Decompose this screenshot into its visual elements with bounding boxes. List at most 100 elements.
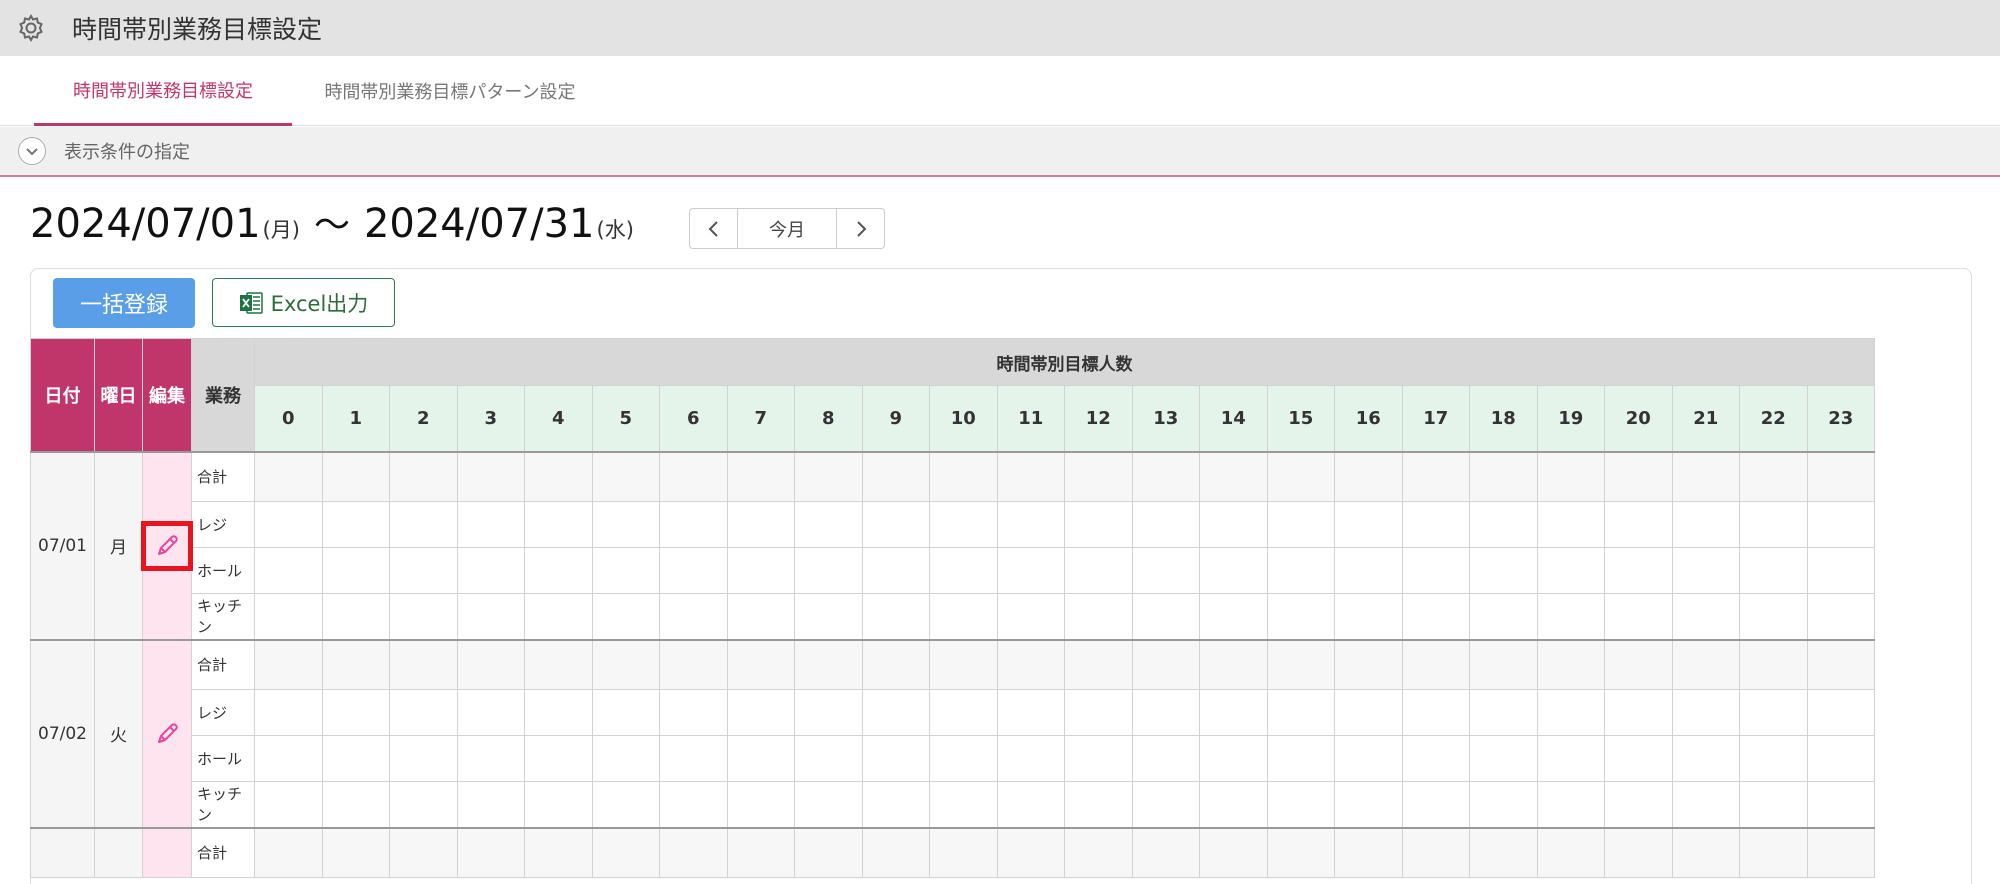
- target-count-cell[interactable]: [1806, 689, 1875, 736]
- target-count-cell[interactable]: [1469, 451, 1538, 502]
- target-count-cell[interactable]: [1334, 593, 1403, 640]
- target-count-cell[interactable]: [1401, 547, 1470, 594]
- target-count-cell[interactable]: [794, 547, 863, 594]
- target-count-cell[interactable]: [1064, 547, 1133, 594]
- target-count-cell[interactable]: [524, 781, 593, 828]
- tab-hourly-target-pattern-settings[interactable]: 時間帯別業務目標パターン設定: [304, 56, 596, 126]
- target-count-cell[interactable]: [524, 827, 593, 878]
- target-count-cell[interactable]: [524, 593, 593, 640]
- target-count-cell[interactable]: [321, 735, 390, 782]
- target-count-cell[interactable]: [659, 781, 728, 828]
- target-count-cell[interactable]: [996, 501, 1065, 548]
- target-count-cell[interactable]: [794, 501, 863, 548]
- target-count-cell[interactable]: [996, 827, 1065, 878]
- target-count-cell[interactable]: [389, 689, 458, 736]
- target-count-cell[interactable]: [1739, 593, 1808, 640]
- target-count-cell[interactable]: [1469, 827, 1538, 878]
- target-count-cell[interactable]: [726, 593, 795, 640]
- tab-hourly-target-settings[interactable]: 時間帯別業務目標設定: [34, 56, 292, 126]
- gear-icon[interactable]: [14, 11, 48, 45]
- target-count-cell[interactable]: [1604, 547, 1673, 594]
- target-count-cell[interactable]: [1401, 781, 1470, 828]
- target-count-cell[interactable]: [929, 735, 998, 782]
- target-count-cell[interactable]: [1806, 547, 1875, 594]
- target-count-cell[interactable]: [929, 501, 998, 548]
- display-conditions-toggle[interactable]: 表示条件の指定: [0, 127, 2000, 177]
- target-count-cell[interactable]: [659, 827, 728, 878]
- bulk-register-button[interactable]: 一括登録: [53, 278, 195, 328]
- target-count-cell[interactable]: [1199, 689, 1268, 736]
- target-count-cell[interactable]: [929, 547, 998, 594]
- target-count-cell[interactable]: [861, 827, 930, 878]
- target-count-cell[interactable]: [726, 781, 795, 828]
- target-count-cell[interactable]: [1334, 735, 1403, 782]
- target-count-cell[interactable]: [1199, 547, 1268, 594]
- target-count-cell[interactable]: [1131, 501, 1200, 548]
- target-count-cell[interactable]: [1739, 547, 1808, 594]
- target-count-cell[interactable]: [456, 781, 525, 828]
- target-count-cell[interactable]: [659, 735, 728, 782]
- target-count-cell[interactable]: [254, 781, 323, 828]
- target-count-cell[interactable]: [591, 735, 660, 782]
- target-count-cell[interactable]: [1266, 735, 1335, 782]
- target-count-cell[interactable]: [794, 593, 863, 640]
- target-count-cell[interactable]: [861, 593, 930, 640]
- target-count-cell[interactable]: [591, 689, 660, 736]
- target-count-cell[interactable]: [456, 689, 525, 736]
- target-count-cell[interactable]: [389, 501, 458, 548]
- target-count-cell[interactable]: [456, 639, 525, 690]
- target-count-cell[interactable]: [1064, 735, 1133, 782]
- target-count-cell[interactable]: [1401, 451, 1470, 502]
- target-count-cell[interactable]: [929, 451, 998, 502]
- target-count-cell[interactable]: [996, 735, 1065, 782]
- target-count-cell[interactable]: [861, 689, 930, 736]
- target-count-cell[interactable]: [1604, 689, 1673, 736]
- target-count-cell[interactable]: [1401, 593, 1470, 640]
- target-count-cell[interactable]: [1536, 827, 1605, 878]
- target-count-cell[interactable]: [1266, 689, 1335, 736]
- target-count-cell[interactable]: [1536, 735, 1605, 782]
- excel-export-button[interactable]: Excel出力: [212, 278, 395, 327]
- target-count-cell[interactable]: [1739, 451, 1808, 502]
- target-count-cell[interactable]: [321, 501, 390, 548]
- target-count-cell[interactable]: [659, 501, 728, 548]
- chevron-down-icon[interactable]: [18, 137, 46, 165]
- target-count-cell[interactable]: [591, 593, 660, 640]
- target-count-cell[interactable]: [1469, 547, 1538, 594]
- target-count-cell[interactable]: [1536, 501, 1605, 548]
- target-count-cell[interactable]: [1334, 547, 1403, 594]
- target-count-cell[interactable]: [1536, 781, 1605, 828]
- target-count-cell[interactable]: [996, 593, 1065, 640]
- target-count-cell[interactable]: [996, 547, 1065, 594]
- target-count-cell[interactable]: [1064, 781, 1133, 828]
- edit-button[interactable]: [143, 711, 191, 757]
- target-count-cell[interactable]: [1469, 639, 1538, 690]
- target-count-cell[interactable]: [321, 593, 390, 640]
- target-count-cell[interactable]: [1064, 451, 1133, 502]
- edit-button[interactable]: [141, 520, 193, 571]
- target-count-cell[interactable]: [659, 451, 728, 502]
- target-count-cell[interactable]: [861, 501, 930, 548]
- target-count-cell[interactable]: [1536, 547, 1605, 594]
- target-count-cell[interactable]: [591, 451, 660, 502]
- target-count-cell[interactable]: [794, 689, 863, 736]
- target-count-cell[interactable]: [524, 451, 593, 502]
- prev-month-button[interactable]: [690, 209, 738, 248]
- target-count-cell[interactable]: [1401, 689, 1470, 736]
- target-count-cell[interactable]: [389, 735, 458, 782]
- target-count-cell[interactable]: [1266, 501, 1335, 548]
- target-count-cell[interactable]: [321, 827, 390, 878]
- target-count-cell[interactable]: [1131, 781, 1200, 828]
- target-count-cell[interactable]: [1604, 501, 1673, 548]
- target-count-cell[interactable]: [659, 639, 728, 690]
- target-count-cell[interactable]: [456, 593, 525, 640]
- target-count-cell[interactable]: [726, 451, 795, 502]
- target-count-cell[interactable]: [321, 781, 390, 828]
- target-count-cell[interactable]: [726, 735, 795, 782]
- target-count-cell[interactable]: [1536, 451, 1605, 502]
- target-count-cell[interactable]: [929, 827, 998, 878]
- target-count-cell[interactable]: [1199, 501, 1268, 548]
- target-count-cell[interactable]: [1806, 639, 1875, 690]
- target-count-cell[interactable]: [794, 639, 863, 690]
- target-count-cell[interactable]: [456, 501, 525, 548]
